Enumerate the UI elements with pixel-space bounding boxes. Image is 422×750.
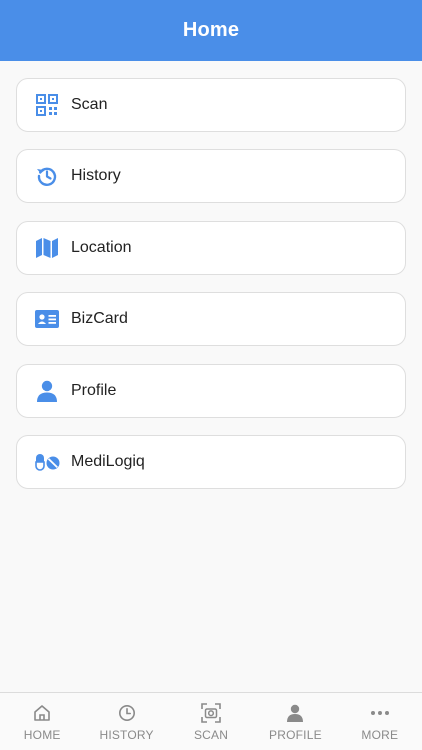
page-title: Home — [182, 19, 240, 41]
person-icon — [285, 703, 305, 723]
home-menu: Scan History Location BizCard Profile Me… — [16, 78, 406, 506]
menu-item-location[interactable]: Location — [16, 220, 406, 275]
menu-item-history[interactable]: History — [16, 149, 406, 204]
menu-item-label: History — [71, 167, 121, 185]
menu-item-bizcard[interactable]: BizCard — [16, 292, 406, 347]
menu-item-medilogiq[interactable]: MediLogiq — [16, 434, 406, 489]
header-bar: Home — [0, 0, 422, 61]
menu-item-label: Scan — [71, 96, 108, 113]
id-card-icon — [35, 307, 59, 331]
history-icon — [35, 164, 59, 188]
tab-label: HISTORY — [99, 728, 154, 742]
tab-profile[interactable]: PROFILE — [253, 693, 337, 750]
pills-icon — [35, 450, 61, 474]
tab-more[interactable]: MORE — [338, 693, 422, 750]
user-icon — [35, 379, 59, 403]
menu-item-label: MediLogiq — [71, 452, 145, 470]
qr-code-icon — [35, 93, 59, 117]
bottom-tab-bar: HOME HISTORY SCAN PROFILE MORE — [0, 692, 422, 750]
menu-item-label: BizCard — [71, 310, 128, 328]
scan-camera-icon — [201, 703, 221, 723]
tab-home[interactable]: HOME — [0, 693, 84, 750]
menu-item-label: Location — [71, 238, 132, 256]
tab-label: MORE — [361, 728, 399, 742]
menu-item-label: Profile — [71, 381, 117, 399]
tab-label: SCAN — [193, 728, 229, 742]
ellipsis-icon — [370, 703, 390, 723]
menu-item-scan[interactable]: Scan — [16, 78, 406, 132]
home-icon — [32, 703, 52, 723]
map-icon — [35, 236, 59, 260]
tab-history[interactable]: HISTORY — [84, 693, 168, 750]
tab-label: HOME — [23, 728, 61, 742]
menu-item-profile[interactable]: Profile — [16, 363, 406, 418]
clock-icon — [117, 703, 137, 723]
tab-label: PROFILE — [269, 728, 322, 742]
tab-scan[interactable]: SCAN — [169, 693, 253, 750]
